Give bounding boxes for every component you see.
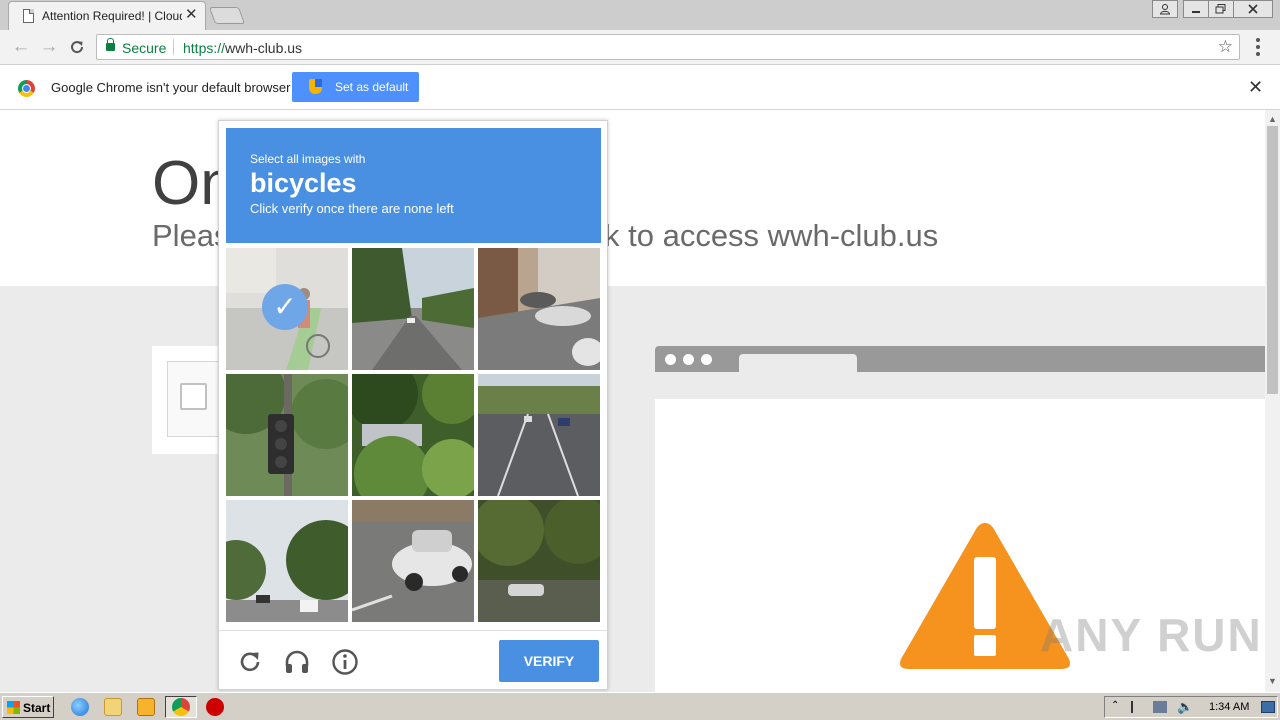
back-arrow-icon[interactable]: ← [10, 36, 32, 58]
lock-icon [106, 38, 115, 51]
forward-arrow-icon[interactable]: → [38, 36, 60, 58]
reload-page-icon[interactable] [66, 36, 88, 58]
folder-icon[interactable] [104, 698, 122, 716]
system-tray: ⌃ 🔈 1:34 AM [1104, 696, 1278, 718]
bookmark-star-icon[interactable]: ☆ [1218, 37, 1233, 57]
infobar-message: Google Chrome isn't your default browser [51, 80, 291, 95]
captcha-tile-8[interactable] [352, 500, 474, 622]
browser-tab[interactable]: Attention Required! | Cloudflare ✕ [8, 1, 206, 30]
captcha-footer: VERIFY [219, 630, 607, 690]
tab-strip: Attention Required! | Cloudflare ✕ [0, 0, 1280, 30]
internet-explorer-icon[interactable] [71, 698, 89, 716]
captcha-tile-2[interactable] [352, 248, 474, 370]
reload-icon[interactable] [236, 648, 264, 676]
clock: 1:34 AM [1209, 701, 1250, 713]
illustration-titlebar [655, 346, 1265, 372]
scroll-thumb[interactable] [1267, 126, 1278, 394]
kebab-menu-icon[interactable] [1252, 38, 1264, 58]
anyrun-watermark: ANY RUN [1040, 609, 1263, 661]
audio-icon[interactable] [283, 648, 311, 676]
divider [173, 39, 174, 55]
illustration-tab [739, 354, 857, 372]
captcha-header: Select all images with bicycles Click ve… [226, 128, 601, 243]
set-as-default-button[interactable]: Set as default [292, 72, 419, 102]
user-icon[interactable] [1152, 0, 1178, 18]
infobar-close-icon[interactable]: ✕ [1248, 77, 1263, 98]
chrome-taskbar-button[interactable] [165, 696, 197, 718]
media-player-icon[interactable] [137, 698, 155, 716]
start-button[interactable]: Start [2, 696, 54, 718]
restore-button[interactable] [1208, 0, 1234, 18]
captcha-target: bicycles [250, 168, 357, 198]
show-desktop-icon[interactable] [1261, 701, 1275, 713]
illustration-dot [701, 354, 712, 365]
windows-taskbar: Start ⌃ 🔈 1:34 AM [0, 692, 1280, 720]
captcha-tile-6[interactable] [478, 374, 600, 496]
address-bar[interactable]: Secure https://wwh-club.us ☆ [96, 34, 1240, 60]
captcha-tile-4[interactable] [226, 374, 348, 496]
shield-icon [309, 79, 322, 94]
volume-icon[interactable]: 🔈 [1177, 699, 1193, 715]
new-tab-button[interactable] [208, 7, 246, 24]
url-text[interactable]: https://wwh-club.us [183, 40, 302, 56]
minimize-button[interactable] [1183, 0, 1209, 18]
scroll-up-arrow-icon[interactable]: ▲ [1268, 114, 1277, 124]
tab-close-icon[interactable]: ✕ [185, 7, 198, 23]
scroll-down-arrow-icon[interactable]: ▼ [1268, 676, 1277, 686]
page-icon [23, 9, 34, 23]
captcha-tile-9[interactable] [478, 500, 600, 622]
captcha-tile-7[interactable] [226, 500, 348, 622]
illustration-dot [683, 354, 694, 365]
vertical-scrollbar[interactable]: ▲ ▼ [1265, 110, 1280, 692]
tray-expand-icon[interactable]: ⌃ [1111, 700, 1119, 711]
default-browser-infobar: Google Chrome isn't your default browser… [0, 66, 1280, 110]
captcha-instruction: Select all images with [250, 152, 366, 166]
captcha-checkbox[interactable] [180, 383, 207, 410]
selected-checkmark-icon: ✓ [262, 284, 308, 330]
captcha-hint: Click verify once there are none left [250, 201, 454, 216]
chrome-logo-icon [18, 80, 35, 97]
verify-button[interactable]: VERIFY [499, 640, 599, 682]
alert-app-icon[interactable] [206, 698, 224, 716]
flag-icon[interactable] [1131, 701, 1143, 713]
start-label: Start [23, 701, 51, 715]
chrome-icon [172, 698, 190, 716]
browser-toolbar: ← → Secure https://wwh-club.us ☆ [0, 30, 1280, 65]
captcha-tile-5[interactable] [352, 374, 474, 496]
page-content: On Pleas k to access wwh-club.us [0, 110, 1265, 692]
tab-title: Attention Required! | Cloudflare [42, 9, 182, 23]
windows-logo-icon [7, 701, 20, 714]
captcha-tile-1[interactable]: ✓ [226, 248, 348, 370]
captcha-challenge: Select all images with bicycles Click ve… [218, 120, 608, 690]
captcha-image-grid: ✓ [226, 248, 601, 623]
close-window-button[interactable] [1233, 0, 1273, 18]
network-icon[interactable] [1153, 701, 1167, 713]
info-icon[interactable] [331, 648, 359, 676]
security-label: Secure [122, 40, 167, 56]
page-subtitle-right: k to access wwh-club.us [604, 218, 939, 253]
set-as-default-label: Set as default [335, 80, 409, 94]
illustration-dot [665, 354, 676, 365]
captcha-tile-3[interactable] [478, 248, 600, 370]
hero-section: On Pleas k to access wwh-club.us [0, 110, 1265, 286]
